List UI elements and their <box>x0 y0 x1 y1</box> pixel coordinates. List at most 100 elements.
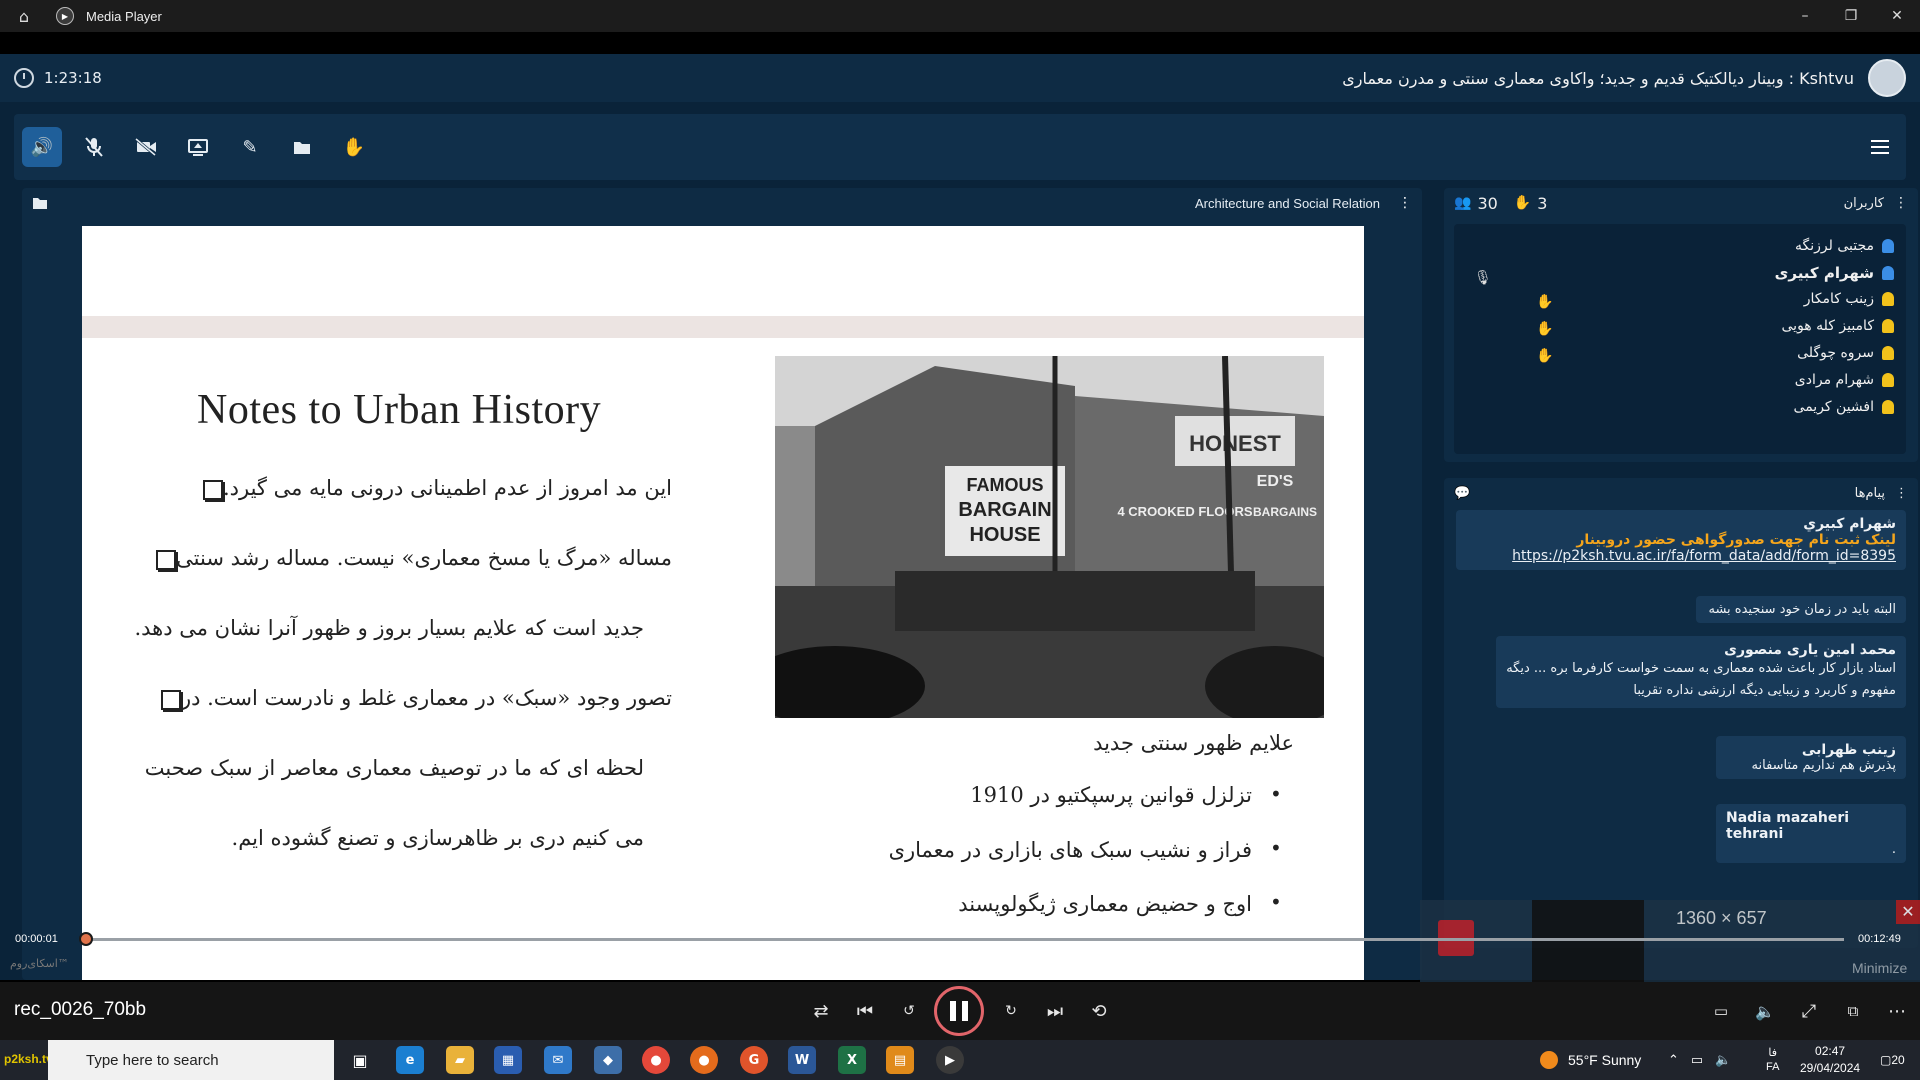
hamburger-menu-icon[interactable] <box>1862 129 1898 165</box>
user-icon <box>1882 373 1894 387</box>
media-player-icon[interactable]: ▶ <box>936 1046 964 1074</box>
photo-sign-text: FAMOUS <box>966 475 1043 495</box>
search-input[interactable]: Type here to search <box>48 1040 334 1080</box>
skyroom-watermark: اسکای‌روم™ <box>10 957 69 970</box>
checkbox-bullet-icon <box>202 479 223 500</box>
media-filename: rec_0026_70bb <box>14 999 147 1020</box>
camera-off-icon[interactable] <box>126 127 166 167</box>
messages-label: پیام‌ها <box>1854 485 1885 501</box>
message-sender: Nadia mazaheri tehrani <box>1726 810 1850 842</box>
session-timer: 1:23:18 <box>44 69 102 87</box>
user-icon <box>1882 346 1894 360</box>
slide-point: جدید است که علایم بسیار بروز و ظهور آنرا… <box>134 616 644 640</box>
avatar[interactable] <box>1868 59 1906 97</box>
raised-hand-icon: ✋ <box>1536 321 1554 337</box>
list-item[interactable]: کامبیز کله هویی <box>1782 318 1894 334</box>
weather-widget[interactable]: 55°F Sunny <box>1540 1040 1641 1080</box>
edge-icon[interactable]: e <box>396 1046 424 1074</box>
recorder-resolution: 1360 × 657 <box>1676 908 1767 928</box>
network-icon[interactable]: ▭ <box>1691 1052 1703 1068</box>
session-header: 1:23:18 Kshtvu : وبینار دیالکتیک قدیم و … <box>0 54 1920 102</box>
mail-icon[interactable]: ✉ <box>544 1046 572 1074</box>
list-item[interactable]: شهرام کبیری <box>1775 264 1894 282</box>
checkbox-bullet-icon <box>156 549 177 570</box>
duration: 00:12:49 <box>1858 933 1901 945</box>
current-position: 00:00:01 <box>15 933 58 945</box>
more-options-icon[interactable]: ⋮ <box>1894 195 1908 211</box>
file-explorer-icon[interactable]: ▰ <box>446 1046 474 1074</box>
message-sender: زینب ظهرابی <box>1801 742 1896 758</box>
user-icon <box>1882 239 1894 253</box>
repeat-off-icon[interactable]: ⟲ <box>1084 996 1114 1026</box>
store-icon[interactable]: ▦ <box>494 1046 522 1074</box>
firefox-icon[interactable]: ● <box>690 1046 718 1074</box>
presentation-panel: Architecture and Social Relation ⋮ Notes… <box>22 188 1422 980</box>
recorder-display <box>1532 900 1644 982</box>
language-indicator[interactable]: فا FA <box>1766 1040 1779 1080</box>
list-item[interactable]: مجتبی لرزنگه <box>1795 238 1894 254</box>
raise-hand-icon[interactable]: ✋ <box>334 127 374 167</box>
users-panel: 👥 30 ✋ 3 کاربران ⋮ 🎙 مجتبی لرزنگه شهرام … <box>1444 188 1918 462</box>
recorder-minimize-button[interactable]: Minimize <box>1852 960 1907 976</box>
list-item[interactable]: سروه چوگلی <box>1797 345 1894 361</box>
volume-icon[interactable]: 🔈 <box>1715 1052 1731 1068</box>
more-options-icon[interactable]: ⋯ <box>1882 996 1912 1026</box>
excel-icon[interactable]: X <box>838 1046 866 1074</box>
notifications-icon[interactable]: ▢ 20 <box>1880 1040 1905 1080</box>
list-item[interactable]: شهرام مرادی <box>1795 372 1894 388</box>
message-text: لینک ثبت نام جهت صدورگواهی حضور دروبینار <box>1576 532 1896 548</box>
chrome-icon[interactable]: ● <box>642 1046 670 1074</box>
skip-back-10-icon[interactable]: ↺ <box>894 996 924 1026</box>
task-view-icon[interactable]: ▣ <box>346 1046 374 1074</box>
mic-off-icon[interactable] <box>74 127 114 167</box>
more-options-icon[interactable]: ⋮ <box>1895 486 1908 501</box>
message-link[interactable]: https://p2ksh.tvu.ac.ir/fa/form_data/add… <box>1466 548 1896 564</box>
close-icon[interactable]: ✕ <box>1896 900 1920 924</box>
speaker-icon[interactable]: 🔊 <box>22 127 62 167</box>
seek-bar[interactable] <box>79 932 1844 946</box>
users-count-icon: 👥 <box>1454 195 1472 211</box>
folder-icon[interactable] <box>282 127 322 167</box>
list-item[interactable]: زینب کامکار <box>1804 291 1894 307</box>
slide-point: لحظه ای که ما در توصیف معماری معاصر از س… <box>144 756 644 780</box>
previous-icon[interactable]: ⏮ <box>850 996 880 1026</box>
home-icon[interactable]: ⌂ <box>0 0 48 32</box>
volume-icon[interactable]: 🔈 <box>1750 996 1780 1026</box>
chat-message: محمد امین یاری منصوری استاد بازار کار با… <box>1496 636 1906 709</box>
meeting-toolbar: 🔊 ✎ ✋ <box>14 114 1906 180</box>
captions-icon[interactable]: ▭ <box>1706 996 1736 1026</box>
taskbar-clock[interactable]: 02:47 29/04/2024 <box>1800 1043 1860 1077</box>
skip-forward-30-icon[interactable]: ↻ <box>996 996 1026 1026</box>
mini-player-icon[interactable]: ⧉ <box>1838 996 1868 1026</box>
word-icon[interactable]: W <box>788 1046 816 1074</box>
message-text: استاد بازار کار باعث شده معماری به سمت خ… <box>1506 661 1896 699</box>
restore-button[interactable]: ❐ <box>1828 0 1874 32</box>
photo-sign-text: BARGAINS <box>1253 505 1317 519</box>
app-icon[interactable]: G <box>740 1046 768 1074</box>
checkbox-bullet-icon <box>160 689 181 710</box>
chevron-up-icon[interactable]: ⌃ <box>1668 1052 1679 1068</box>
presentation-title: Architecture and Social Relation <box>1195 195 1380 211</box>
more-options-icon[interactable]: ⋮ <box>1398 195 1412 211</box>
app-icon[interactable]: ◆ <box>594 1046 622 1074</box>
list-item[interactable]: افشین کریمی <box>1794 399 1894 415</box>
next-icon[interactable]: ⏭ <box>1040 996 1070 1026</box>
photo-sign-text: 4 CROOKED FLOORS <box>1117 504 1252 519</box>
minimize-button[interactable]: – <box>1782 0 1828 32</box>
app-icon[interactable]: ▤ <box>886 1046 914 1074</box>
video-frame: 1:23:18 Kshtvu : وبینار دیالکتیک قدیم و … <box>0 54 1920 980</box>
photo-sign-text: HONEST <box>1189 431 1281 456</box>
shuffle-icon[interactable]: ⇄ <box>806 996 836 1026</box>
slide-point: می کنیم دری بر ظاهرسازی و تصنع گشوده ایم… <box>231 826 644 850</box>
pause-button[interactable] <box>934 986 984 1036</box>
pen-icon[interactable]: ✎ <box>230 127 270 167</box>
slide-photo: FAMOUS BARGAIN HOUSE HONEST ED'S 4 CROOK… <box>775 356 1324 718</box>
close-button[interactable]: ✕ <box>1874 0 1920 32</box>
fullscreen-icon[interactable]: ⤢ <box>1794 996 1824 1026</box>
slide-point: این مد امروز از عدم اطمینانی درونی مایه … <box>195 476 672 501</box>
share-screen-icon[interactable] <box>178 127 218 167</box>
folder-icon[interactable] <box>32 196 48 210</box>
raised-hands-icon: ✋ <box>1513 195 1532 211</box>
raised-hand-icon: ✋ <box>1536 294 1554 310</box>
user-icon <box>1882 292 1894 306</box>
